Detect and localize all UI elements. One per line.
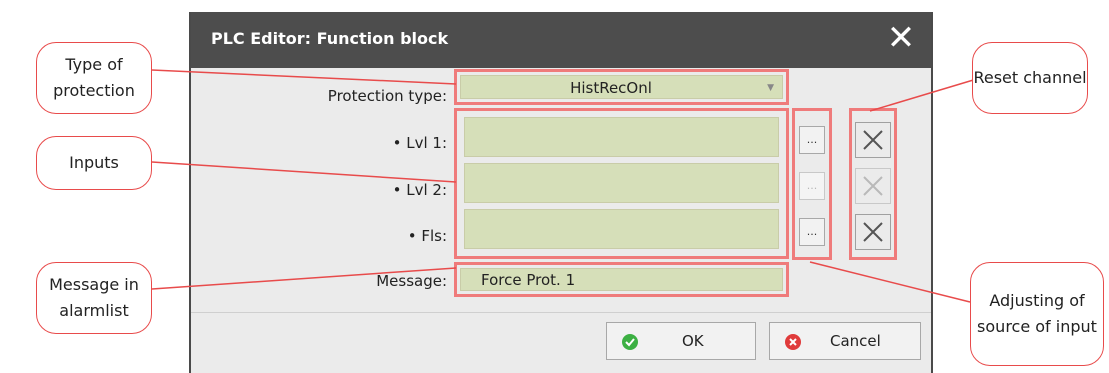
callout-message-in-alarmlist: Message in alarmlist <box>36 262 152 334</box>
callout-type-of-protection: Type of protection <box>36 42 152 114</box>
callout-reset-channel: Reset channel <box>972 42 1088 114</box>
callout-inputs: Inputs <box>36 136 152 190</box>
callout-connectors <box>151 69 1001 303</box>
callout-adjusting-source: Adjusting of source of input <box>970 262 1104 366</box>
